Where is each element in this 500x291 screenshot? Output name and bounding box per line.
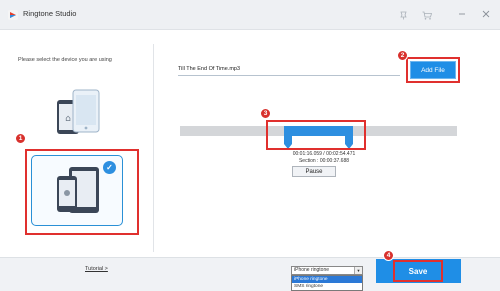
close-icon[interactable] [479,7,493,21]
step-badge-2: 2 [397,50,408,61]
section-length: Section : 00:00:37.688 [298,158,350,164]
device-option-android[interactable]: ⌂ [55,88,103,136]
pause-button[interactable]: Pause [292,166,336,177]
svg-text:⌂: ⌂ [65,114,71,124]
ios-devices-icon [57,167,99,213]
tutorial-link[interactable]: Tutorial > [85,266,108,272]
format-option[interactable]: iPhone ringtone [292,276,362,283]
app-logo-icon [8,10,18,20]
pin-icon[interactable] [396,8,410,22]
chevron-down-icon[interactable]: ▼ [354,267,362,274]
device-prompt: Please select the device you are using [18,57,112,63]
title-bar: Ringtone Studio [0,0,500,30]
step-badge-1: 1 [15,133,26,144]
cart-icon[interactable] [420,8,434,22]
save-button[interactable]: Save [393,260,443,282]
ringtone-format-select[interactable]: iPhone ringtone ▼ [291,266,363,275]
format-option[interactable]: SMS ringtone [292,283,362,290]
range-highlight [266,120,366,150]
panel-divider [153,44,154,252]
add-file-button[interactable]: Add File [410,61,456,79]
step-badge-3: 3 [260,108,271,119]
check-icon: ✓ [103,161,116,174]
format-dropdown-list: iPhone ringtone SMS ringtone [291,275,363,291]
window-title: Ringtone Studio [23,9,77,18]
minimize-icon[interactable] [455,7,469,21]
file-name: Till The End Of Time.mp3 [178,64,400,76]
step-badge-4: 4 [383,250,394,261]
time-position: 00:01:16.059 / 00:02:54.471 [292,151,356,157]
format-selected-value: iPhone ringtone [294,267,330,273]
